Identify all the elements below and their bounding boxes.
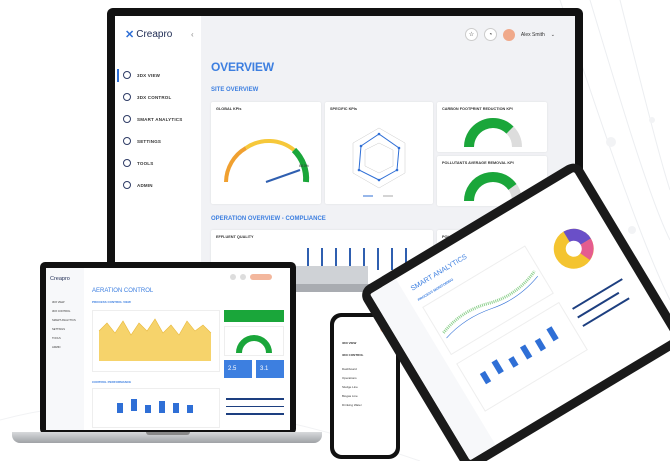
laptop-line-list [226,388,284,428]
card-title: EFFLUENT QUALITY [216,235,254,239]
sidebar-item-label: SMART ANALYTICS [137,116,183,122]
bell-icon[interactable]: ◔ [483,28,497,41]
laptop-kpi-tile: 3.1 [256,360,284,378]
sidebar-item-label: TOOLS [137,160,154,166]
phone-menu-item[interactable]: 3DX CONTROL [342,349,364,361]
laptop-area-chart [92,310,220,372]
sidebar-item-label: SETTINGS [137,138,162,144]
sidebar-item-smart-analytics[interactable]: SMART ANALYTICS [123,115,182,123]
laptop-sidebar: Creapro 3DX VIEW 3DX CONTROL SMART ANALY… [46,268,84,430]
laptop-brand: Creapro [50,276,70,282]
card-title: GLOBAL KPIs [216,107,242,111]
chevron-down-icon[interactable]: ⌄ [551,32,555,38]
speedometer-gauge [224,138,310,183]
section-title-operation: OPERATION OVERVIEW - COMPLIANCE [211,216,326,222]
laptop: Creapro 3DX VIEW 3DX CONTROL SMART ANALY… [40,262,296,434]
laptop-nav-item[interactable]: SMART ANALYTICS [52,316,76,325]
card-title: SPECIFIC KPIs [330,107,358,111]
page-title: OVERVIEW [211,60,274,74]
avatar[interactable] [502,28,515,41]
nodes-icon [123,93,131,101]
phone-menu-item[interactable]: Biogas Line [342,392,362,401]
laptop-gauge-card [224,326,284,356]
tablet-line-list [568,268,643,335]
sidebar-item-label: 3DX CONTROL [137,94,172,100]
top-bar: ☆ ◔ Alex Smith ⌄ [464,28,555,41]
laptop-section-title: PROCESS CONTROL VIEW [92,300,131,304]
star-icon[interactable] [230,274,236,280]
wrench-icon [123,159,131,167]
sidebar-item-label: ADMIN [137,182,153,188]
radar-chart [352,127,406,197]
laptop-nav-item[interactable]: ADMIN [52,343,76,352]
laptop-nav-item[interactable]: TOOLS [52,334,76,343]
laptop-boxplot [92,388,220,428]
bell-icon[interactable] [240,274,246,280]
star-icon[interactable]: ☆ [464,28,478,41]
globe-icon [123,71,131,79]
laptop-page-title: AERATION CONTROL [92,288,154,294]
laptop-nav-item[interactable]: 3DX CONTROL [52,307,76,316]
sidebar-item-label: 3DX VIEW [137,72,161,78]
user-icon [123,181,131,189]
laptop-status-bar [224,310,284,322]
laptop-notch [146,432,190,435]
laptop-nav-item[interactable]: SETTINGS [52,325,76,334]
gauge-value: 68.0% [299,164,309,168]
card-global-kpis[interactable]: GLOBAL KPIs 68.0% [211,102,321,204]
brand-name: Creapro [136,29,173,40]
laptop-section-title: CONTROL PERFORMANCE [92,380,132,384]
sidebar-item-tools[interactable]: TOOLS [123,159,153,167]
laptop-kpi-tile: 2.5 [224,360,252,378]
laptop-screen: Creapro 3DX VIEW 3DX CONTROL SMART ANALY… [46,268,290,430]
laptop-nav: 3DX VIEW 3DX CONTROL SMART ANALYTICS SET… [52,298,76,352]
user-menu[interactable] [250,274,272,280]
card-specific-kpis[interactable]: SPECIFIC KPIs [325,102,433,204]
carbon-gauge [464,118,522,148]
laptop-nav-item[interactable]: 3DX VIEW [52,298,76,307]
phone-menu-item[interactable]: Sludge Line [342,383,362,392]
user-name[interactable]: Alex Smith [521,32,545,38]
phone-menu-item[interactable]: Operations [342,374,362,383]
sidebar-item-3dx-view[interactable]: 3DX VIEW [116,69,161,82]
section-title-site: SITE OVERVIEW [211,87,259,93]
phone-menu-item[interactable]: Dashboard [342,365,362,374]
sidebar-item-settings[interactable]: SETTINGS [123,137,161,145]
chart-icon [123,115,131,123]
sidebar-item-3dx-control[interactable]: 3DX CONTROL [123,93,171,101]
monitor-stand [296,266,368,286]
phone-menu: 3DX VIEW 3DX CONTROL [342,337,364,361]
sliders-icon [123,137,131,145]
card-carbon-footprint[interactable]: CARBON FOOTPRINT REDUCTION KPI [437,102,547,152]
brand-logo: ✕ Creapro [125,28,172,41]
phone-menu-item[interactable]: 3DX VIEW [342,337,364,349]
card-title: CARBON FOOTPRINT REDUCTION KPI [442,107,513,111]
logo-mark-icon: ✕ [125,29,135,41]
phone-menu-item[interactable]: Drinking Water [342,401,362,410]
phone-submenu: Dashboard Operations Sludge Line Biogas … [342,365,362,410]
chevron-left-icon[interactable]: ‹ [191,30,194,39]
card-title: POLLUTANTS AVERAGE REMOVAL KPI [442,161,514,165]
sidebar: ✕ Creapro ‹ 3DX VIEW 3DX CONTROL SMART AN… [115,16,201,270]
sidebar-item-admin[interactable]: ADMIN [123,181,153,189]
